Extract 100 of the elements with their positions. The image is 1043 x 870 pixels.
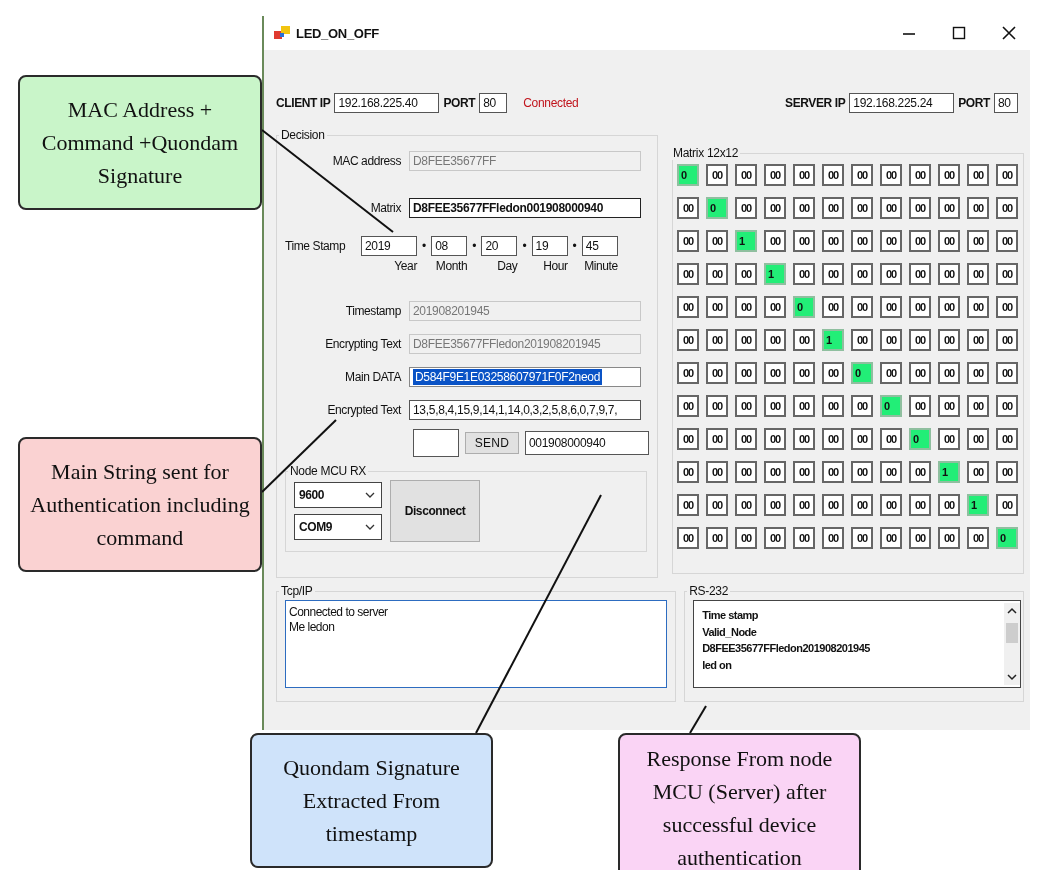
close-icon[interactable] [1002, 26, 1016, 40]
baud-rate-dropdown[interactable]: 9600 [294, 482, 382, 508]
matrix-cell[interactable]: 0 [793, 296, 815, 318]
matrix-cell[interactable]: 1 [938, 461, 960, 483]
matrix-cell[interactable]: 00 [735, 263, 757, 285]
matrix-cell[interactable]: 00 [822, 461, 844, 483]
text-field[interactable]: 201908201945 [409, 300, 641, 321]
matrix-cell[interactable]: 1 [735, 230, 757, 252]
matrix-cell[interactable]: 00 [909, 494, 931, 516]
matrix-cell[interactable]: 00 [822, 230, 844, 252]
matrix-cell[interactable]: 00 [938, 494, 960, 516]
matrix-cell[interactable]: 00 [735, 197, 757, 219]
matrix-cell[interactable]: 00 [880, 230, 902, 252]
matrix-cell[interactable]: 00 [967, 263, 989, 285]
matrix-cell[interactable]: 00 [793, 263, 815, 285]
matrix-cell[interactable]: 00 [735, 527, 757, 549]
log-text-area[interactable]: Connected to server Me ledon [285, 600, 668, 688]
matrix-cell[interactable]: 00 [706, 164, 728, 186]
matrix-cell[interactable]: 00 [735, 296, 757, 318]
matrix-cell[interactable]: 00 [764, 362, 786, 384]
matrix-cell[interactable]: 00 [996, 461, 1018, 483]
matrix-cell[interactable]: 00 [851, 263, 873, 285]
matrix-cell[interactable]: 00 [909, 230, 931, 252]
matrix-cell[interactable]: 00 [851, 296, 873, 318]
matrix-cell[interactable]: 00 [764, 230, 786, 252]
matrix-cell[interactable]: 00 [793, 230, 815, 252]
matrix-cell[interactable]: 00 [793, 428, 815, 450]
matrix-cell[interactable]: 00 [938, 230, 960, 252]
matrix-cell[interactable]: 00 [822, 395, 844, 417]
server-ip-field[interactable]: 192.168.225.24 [849, 93, 955, 113]
matrix-cell[interactable]: 00 [793, 461, 815, 483]
matrix-cell[interactable]: 00 [677, 395, 699, 417]
matrix-cell[interactable]: 00 [677, 329, 699, 351]
matrix-cell[interactable]: 00 [909, 197, 931, 219]
matrix-cell[interactable]: 00 [909, 263, 931, 285]
matrix-cell[interactable]: 00 [938, 395, 960, 417]
matrix-cell[interactable]: 00 [880, 362, 902, 384]
matrix-cell[interactable]: 00 [967, 362, 989, 384]
matrix-cell[interactable]: 00 [793, 164, 815, 186]
matrix-cell[interactable]: 00 [967, 329, 989, 351]
time-field[interactable]: 45 [581, 236, 618, 256]
matrix-cell[interactable]: 00 [735, 362, 757, 384]
matrix-cell[interactable]: 00 [880, 461, 902, 483]
matrix-cell[interactable]: 0 [880, 395, 902, 417]
matrix-cell[interactable]: 00 [793, 527, 815, 549]
matrix-cell[interactable]: 00 [706, 263, 728, 285]
time-field[interactable]: 2019 [361, 236, 417, 256]
matrix-cell[interactable]: 00 [735, 329, 757, 351]
matrix-cell[interactable]: 00 [996, 395, 1018, 417]
matrix-cell[interactable]: 00 [967, 296, 989, 318]
matrix-cell[interactable]: 00 [764, 296, 786, 318]
matrix-cell[interactable]: 00 [764, 494, 786, 516]
matrix-cell[interactable]: 00 [677, 494, 699, 516]
matrix-cell[interactable]: 00 [851, 461, 873, 483]
matrix-cell[interactable]: 00 [764, 164, 786, 186]
matrix-cell[interactable]: 00 [677, 527, 699, 549]
matrix-cell[interactable]: 00 [822, 362, 844, 384]
matrix-cell[interactable]: 00 [822, 527, 844, 549]
matrix-cell[interactable]: 00 [706, 494, 728, 516]
matrix-cell[interactable]: 00 [909, 164, 931, 186]
matrix-cell[interactable]: 00 [909, 461, 931, 483]
matrix-cell[interactable]: 0 [706, 197, 728, 219]
matrix-cell[interactable]: 00 [938, 527, 960, 549]
text-field[interactable]: D8FEE35677FFledon201908201945 [409, 333, 641, 354]
matrix-cell[interactable]: 00 [938, 362, 960, 384]
matrix-cell[interactable]: 00 [996, 494, 1018, 516]
matrix-cell[interactable]: 1 [967, 494, 989, 516]
matrix-cell[interactable]: 00 [764, 428, 786, 450]
matrix-cell[interactable]: 00 [706, 362, 728, 384]
matrix-cell[interactable]: 00 [822, 263, 844, 285]
matrix-cell[interactable]: 00 [677, 230, 699, 252]
matrix-cell[interactable]: 00 [793, 197, 815, 219]
matrix-cell[interactable]: 00 [880, 527, 902, 549]
scrollbar[interactable] [1004, 603, 1020, 685]
matrix-cell[interactable]: 00 [996, 296, 1018, 318]
matrix-cell[interactable]: 00 [706, 527, 728, 549]
client-ip-field[interactable]: 192.168.225.40 [334, 93, 440, 113]
matrix-cell[interactable]: 00 [735, 395, 757, 417]
matrix-cell[interactable]: 00 [996, 428, 1018, 450]
disconnect-button[interactable]: Disconnect [390, 480, 480, 542]
matrix-cell[interactable]: 00 [996, 362, 1018, 384]
matrix-cell[interactable]: 00 [880, 164, 902, 186]
matrix-cell[interactable]: 00 [996, 164, 1018, 186]
matrix-cell[interactable]: 00 [880, 428, 902, 450]
maximize-icon[interactable] [952, 26, 966, 40]
matrix-cell[interactable]: 00 [967, 428, 989, 450]
matrix-cell[interactable]: 00 [967, 197, 989, 219]
matrix-cell[interactable]: 00 [735, 494, 757, 516]
matrix-cell[interactable]: 00 [764, 527, 786, 549]
matrix-cell[interactable]: 00 [909, 527, 931, 549]
matrix-cell[interactable]: 00 [764, 395, 786, 417]
matrix-cell[interactable]: 00 [793, 494, 815, 516]
matrix-cell[interactable]: 00 [706, 395, 728, 417]
text-field[interactable]: D8FEE35677FF [409, 150, 641, 171]
matrix-cell[interactable]: 00 [706, 428, 728, 450]
matrix-cell[interactable]: 0 [851, 362, 873, 384]
matrix-cell[interactable]: 00 [938, 296, 960, 318]
matrix-cell[interactable]: 00 [764, 197, 786, 219]
matrix-cell[interactable]: 00 [822, 164, 844, 186]
matrix-cell[interactable]: 00 [706, 329, 728, 351]
